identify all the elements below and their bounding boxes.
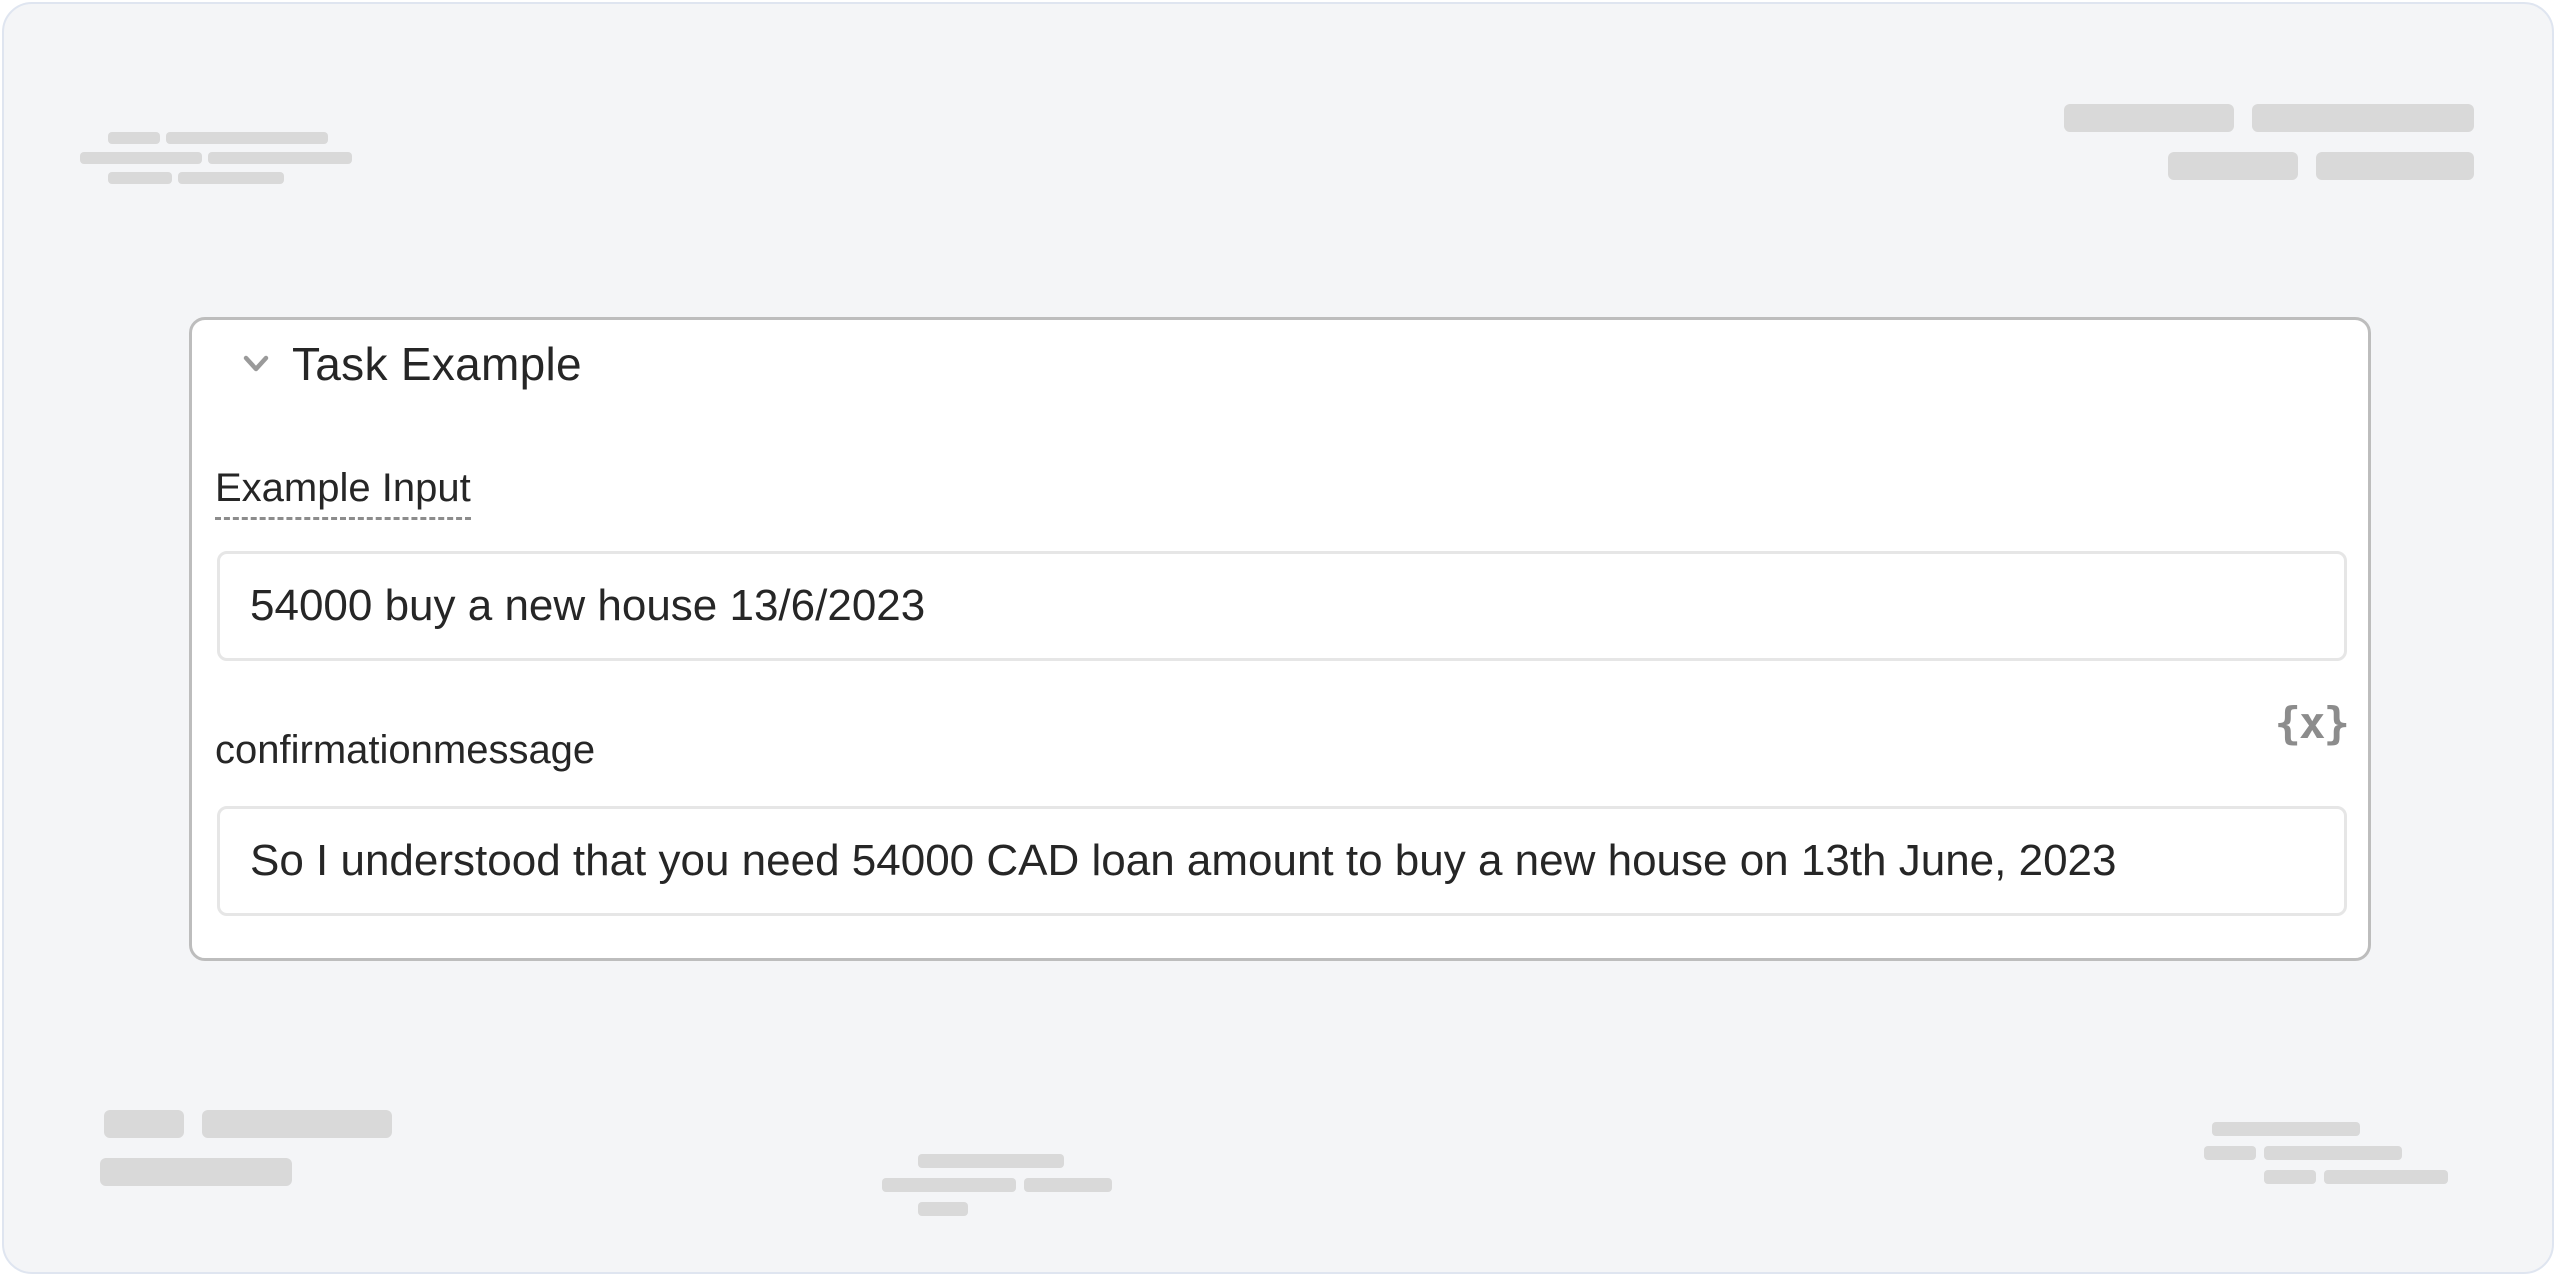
placeholder-bar: [2204, 1146, 2256, 1160]
confirmation-message-value: So I understood that you need 54000 CAD …: [250, 836, 2117, 885]
placeholder-bar: [80, 152, 202, 164]
placeholder-bar: [108, 132, 160, 144]
chevron-down-icon[interactable]: [234, 342, 278, 386]
example-input-value: 54000 buy a new house 13/6/2023: [250, 581, 926, 630]
placeholder-bar: [2324, 1170, 2448, 1184]
placeholder-bar: [104, 1110, 184, 1138]
panel-title: Task Example: [292, 338, 582, 390]
example-input-field[interactable]: 54000 buy a new house 13/6/2023: [217, 551, 2347, 661]
placeholder-bar: [2264, 1170, 2316, 1184]
example-input-label: Example Input: [215, 466, 471, 520]
placeholder-bar: [2168, 152, 2298, 180]
placeholder-bar: [166, 132, 328, 144]
placeholder-bar: [1024, 1178, 1112, 1192]
confirmation-message-field[interactable]: So I understood that you need 54000 CAD …: [217, 806, 2347, 916]
variable-icon[interactable]: {x}: [2275, 698, 2350, 749]
placeholder-bar: [100, 1158, 292, 1186]
placeholder-bar: [2064, 104, 2234, 132]
placeholder-bar: [918, 1202, 968, 1216]
task-example-panel: Task Example Example Input 54000 buy a n…: [189, 317, 2371, 961]
placeholder-bar: [2212, 1122, 2360, 1136]
placeholder-bar: [208, 152, 352, 164]
placeholder-bar: [202, 1110, 392, 1138]
task-example-header[interactable]: Task Example: [234, 334, 582, 394]
placeholder-bar: [178, 172, 284, 184]
confirmation-message-label: confirmationmessage: [215, 728, 596, 772]
placeholder-bar: [108, 172, 172, 184]
placeholder-bar: [918, 1154, 1064, 1168]
placeholder-bar: [882, 1178, 1016, 1192]
placeholder-bar: [2252, 104, 2474, 132]
placeholder-bar: [2264, 1146, 2402, 1160]
placeholder-bar: [2316, 152, 2474, 180]
